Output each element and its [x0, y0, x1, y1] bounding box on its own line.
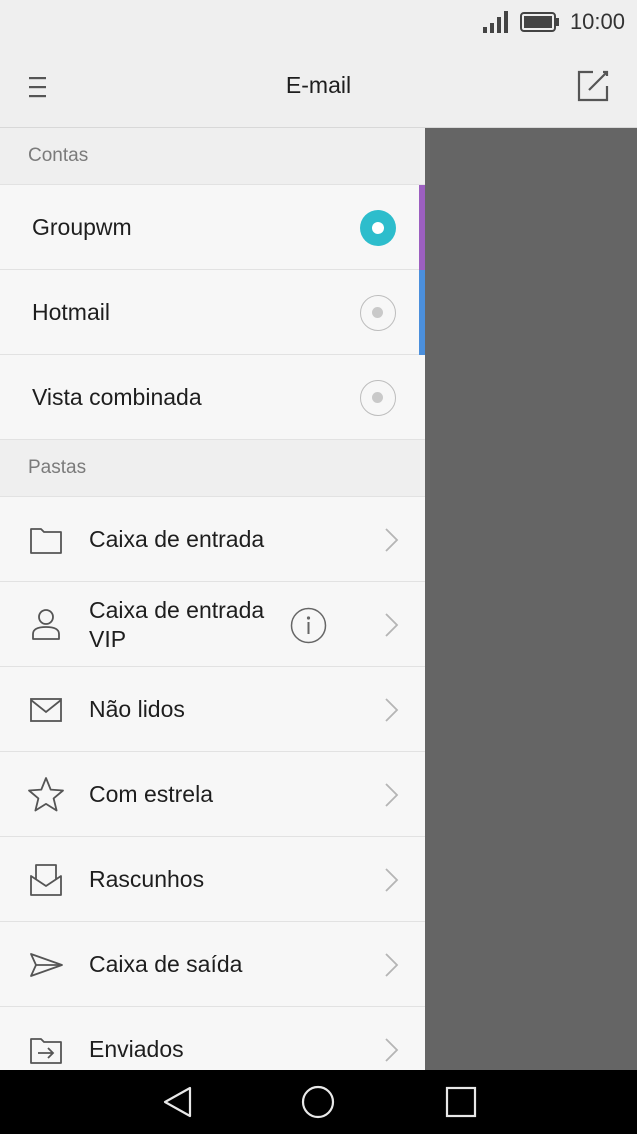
- recents-icon[interactable]: [443, 1084, 479, 1120]
- radio-unselected-icon[interactable]: [360, 380, 396, 416]
- folder-label: Enviados: [89, 1036, 184, 1062]
- clock: 10:00: [569, 9, 625, 34]
- folder-item-inbox[interactable]: Caixa de entrada: [0, 497, 425, 582]
- battery-icon: [519, 11, 560, 33]
- info-icon[interactable]: [290, 607, 327, 644]
- status-icons: 10:00: [482, 9, 625, 35]
- account-color-bar: [419, 185, 425, 270]
- chevron-right-icon: [380, 526, 402, 554]
- folder-item-unread[interactable]: Não lidos: [0, 667, 425, 752]
- envelope-icon: [26, 691, 66, 729]
- account-label: Hotmail: [32, 299, 110, 325]
- account-color-bar: [419, 270, 425, 355]
- chevron-right-icon: [380, 696, 402, 724]
- chevron-right-icon: [380, 781, 402, 809]
- folder-item-outbox[interactable]: Caixa de saída: [0, 922, 425, 1007]
- folder-label: Rascunhos: [89, 866, 205, 892]
- signal-icon: [482, 11, 510, 33]
- folder-item-vip-inbox[interactable]: Caixa de entrada VIP: [0, 582, 425, 667]
- account-item-hotmail[interactable]: Hotmail: [0, 270, 425, 355]
- folder-item-drafts[interactable]: Rascunhos: [0, 837, 425, 922]
- folder-label: Com estrela: [89, 781, 213, 807]
- folder-item-sent[interactable]: Enviados: [0, 1007, 425, 1070]
- folder-icon: [26, 521, 66, 559]
- status-bar: 10:00: [0, 0, 637, 44]
- account-label: Vista combinada: [32, 384, 202, 410]
- accounts-header: Contas: [0, 128, 425, 185]
- navigation-drawer: Contas Groupwm Hotmail Vista combinada P…: [0, 128, 425, 1070]
- account-label: Groupwm: [32, 214, 132, 240]
- folder-label: Caixa de entrada: [89, 526, 265, 552]
- compose-icon[interactable]: [575, 68, 611, 104]
- send-icon: [26, 946, 66, 984]
- sent-folder-icon: [26, 1031, 66, 1069]
- folders-header: Pastas: [0, 440, 425, 497]
- folder-label: Caixa de saída: [89, 951, 243, 977]
- app-bar: E-mail: [0, 44, 637, 128]
- folder-label: Não lidos: [89, 696, 185, 722]
- chevron-right-icon: [380, 1036, 402, 1064]
- radio-unselected-icon[interactable]: [360, 295, 396, 331]
- account-item-combined-view[interactable]: Vista combinada: [0, 355, 425, 440]
- chevron-right-icon: [380, 866, 402, 894]
- drafts-icon: [26, 861, 66, 899]
- chevron-right-icon: [380, 611, 402, 639]
- person-icon: [26, 606, 66, 644]
- folder-item-starred[interactable]: Com estrela: [0, 752, 425, 837]
- account-item-groupwm[interactable]: Groupwm: [0, 185, 425, 270]
- chevron-right-icon: [380, 951, 402, 979]
- system-nav-bar: [0, 1070, 637, 1134]
- drawer-scrim[interactable]: [425, 128, 637, 1070]
- radio-selected-icon[interactable]: [360, 210, 396, 246]
- folder-label: Caixa de entrada VIP: [89, 597, 265, 652]
- star-icon: [26, 776, 66, 814]
- back-icon[interactable]: [160, 1084, 196, 1120]
- home-icon[interactable]: [300, 1084, 336, 1120]
- page-title: E-mail: [285, 72, 352, 98]
